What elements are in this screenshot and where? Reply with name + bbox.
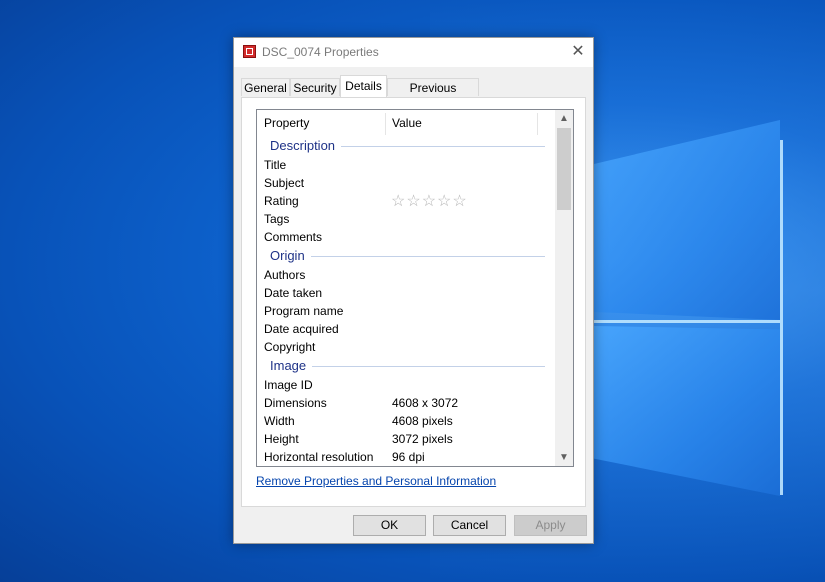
property-name: Program name	[264, 304, 344, 318]
logo-glow-divider	[594, 320, 780, 323]
property-name: Title	[264, 158, 287, 172]
tab-security[interactable]: Security	[290, 78, 340, 96]
property-name: Subject	[264, 176, 305, 190]
property-list[interactable]: Property Value Description Title Subject…	[256, 109, 574, 467]
property-row-dimensions[interactable]: Dimensions 4608 x 3072	[257, 394, 555, 412]
property-name: Dimensions	[264, 396, 327, 410]
property-row-image-id[interactable]: Image ID	[257, 376, 555, 394]
column-header-value[interactable]: Value	[392, 116, 422, 130]
group-divider-line	[270, 256, 545, 257]
group-header-description: Description	[257, 136, 555, 156]
property-rows: Description Title Subject Rating ☆☆☆☆☆ T…	[257, 136, 555, 466]
star-rating-icon[interactable]: ☆☆☆☆☆	[391, 191, 468, 211]
property-row-rating[interactable]: Rating ☆☆☆☆☆	[257, 192, 555, 210]
ok-button[interactable]: OK	[353, 515, 426, 536]
property-row-copyright[interactable]: Copyright	[257, 338, 555, 356]
property-row-title[interactable]: Title	[257, 156, 555, 174]
remove-properties-link[interactable]: Remove Properties and Personal Informati…	[256, 474, 496, 488]
property-row-date-taken[interactable]: Date taken	[257, 284, 555, 302]
column-divider[interactable]	[385, 113, 386, 135]
scroll-up-icon[interactable]: ▲	[555, 110, 573, 127]
close-button[interactable]: ✕	[564, 40, 592, 64]
properties-dialog: DSC_0074 Properties ✕ General Security D…	[233, 37, 594, 544]
property-value: 96 dpi	[392, 450, 425, 464]
property-name: Width	[264, 414, 295, 428]
property-row-subject[interactable]: Subject	[257, 174, 555, 192]
property-name: Authors	[264, 268, 306, 282]
tab-details[interactable]: Details	[340, 75, 387, 97]
property-row-program-name[interactable]: Program name	[257, 302, 555, 320]
group-header-origin: Origin	[257, 246, 555, 266]
group-label: Image	[270, 358, 313, 373]
details-panel: Property Value Description Title Subject…	[241, 97, 586, 507]
property-row-width[interactable]: Width 4608 pixels	[257, 412, 555, 430]
file-type-icon	[243, 45, 256, 58]
cancel-button[interactable]: Cancel	[433, 515, 506, 536]
property-name: Date acquired	[264, 322, 339, 336]
property-row-horizontal-resolution[interactable]: Horizontal resolution 96 dpi	[257, 448, 555, 466]
property-name: Horizontal resolution	[264, 450, 374, 464]
column-header-property[interactable]: Property	[264, 116, 309, 130]
window-title: DSC_0074 Properties	[262, 45, 379, 59]
vertical-scrollbar[interactable]: ▲ ▼	[555, 110, 573, 466]
scrollbar-thumb[interactable]	[557, 128, 571, 210]
group-label: Description	[270, 138, 342, 153]
property-value: 4608 x 3072	[392, 396, 459, 410]
scroll-down-icon[interactable]: ▼	[555, 449, 573, 466]
property-name: Copyright	[264, 340, 316, 354]
property-name: Date taken	[264, 286, 323, 300]
column-headers: Property Value	[257, 110, 555, 136]
property-name: Tags	[264, 212, 290, 226]
property-name: Height	[264, 432, 299, 446]
group-label: Origin	[270, 248, 311, 263]
property-name: Image ID	[264, 378, 313, 392]
logo-glow-edge	[780, 140, 783, 495]
property-value: 4608 pixels	[392, 414, 453, 428]
tab-previous-versions[interactable]: Previous Versions	[387, 78, 479, 113]
tab-general[interactable]: General	[241, 78, 290, 96]
property-row-date-acquired[interactable]: Date acquired	[257, 320, 555, 338]
dialog-client: General Security Details Previous Versio…	[234, 67, 593, 543]
property-row-tags[interactable]: Tags	[257, 210, 555, 228]
column-divider[interactable]	[537, 113, 538, 135]
property-row-comments[interactable]: Comments	[257, 228, 555, 246]
property-row-height[interactable]: Height 3072 pixels	[257, 430, 555, 448]
property-row-authors[interactable]: Authors	[257, 266, 555, 284]
apply-button[interactable]: Apply	[514, 515, 587, 536]
title-bar[interactable]: DSC_0074 Properties ✕	[234, 38, 593, 67]
property-value: 3072 pixels	[392, 432, 453, 446]
property-name: Comments	[264, 230, 323, 244]
property-name: Rating	[264, 194, 299, 208]
group-header-image: Image	[257, 356, 555, 376]
